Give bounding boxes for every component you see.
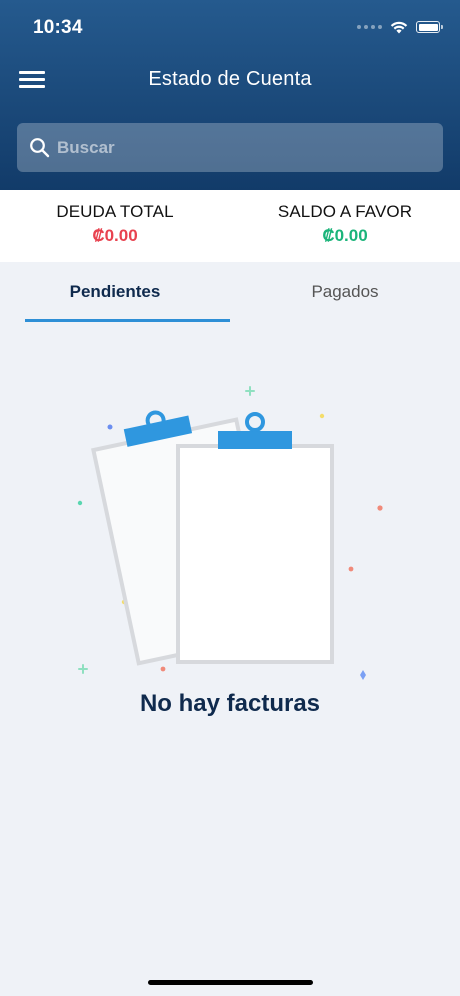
total-debt-label: DEUDA TOTAL	[56, 202, 174, 221]
home-indicator[interactable]	[148, 980, 313, 985]
tab-bar: Pendientes Pagados	[0, 262, 460, 324]
search-input[interactable]	[57, 123, 427, 172]
credit-balance-label: SALDO A FAVOR	[277, 202, 413, 221]
credit-balance-value: ₡0.00	[322, 226, 368, 245]
credit-balance: SALDO A FAVOR ₡0.00	[230, 202, 460, 246]
search-bar[interactable]	[17, 123, 443, 172]
status-icons	[357, 19, 443, 35]
total-debt-value: ₡0.00	[92, 226, 138, 245]
tab-pendientes[interactable]: Pendientes	[0, 262, 230, 322]
status-time: 10:34	[33, 17, 83, 38]
page-title: Estado de Cuenta	[148, 68, 312, 90]
empty-state-message: No hay facturas	[139, 690, 321, 717]
tab-pagados[interactable]: Pagados	[230, 262, 460, 322]
wifi-icon	[390, 21, 408, 34]
header: 10:34 Estado de Cuenta	[0, 0, 460, 190]
front-clipboard	[176, 412, 334, 664]
status-bar: 10:34	[0, 0, 460, 56]
battery-icon	[416, 21, 443, 33]
clipboards-illustration	[77, 386, 383, 680]
search-icon	[30, 138, 50, 158]
cellular-signal-icon	[357, 25, 382, 29]
total-debt: DEUDA TOTAL ₡0.00	[0, 202, 230, 246]
balance-summary: DEUDA TOTAL ₡0.00 SALDO A FAVOR ₡0.00	[0, 190, 460, 262]
active-tab-indicator	[25, 319, 230, 322]
